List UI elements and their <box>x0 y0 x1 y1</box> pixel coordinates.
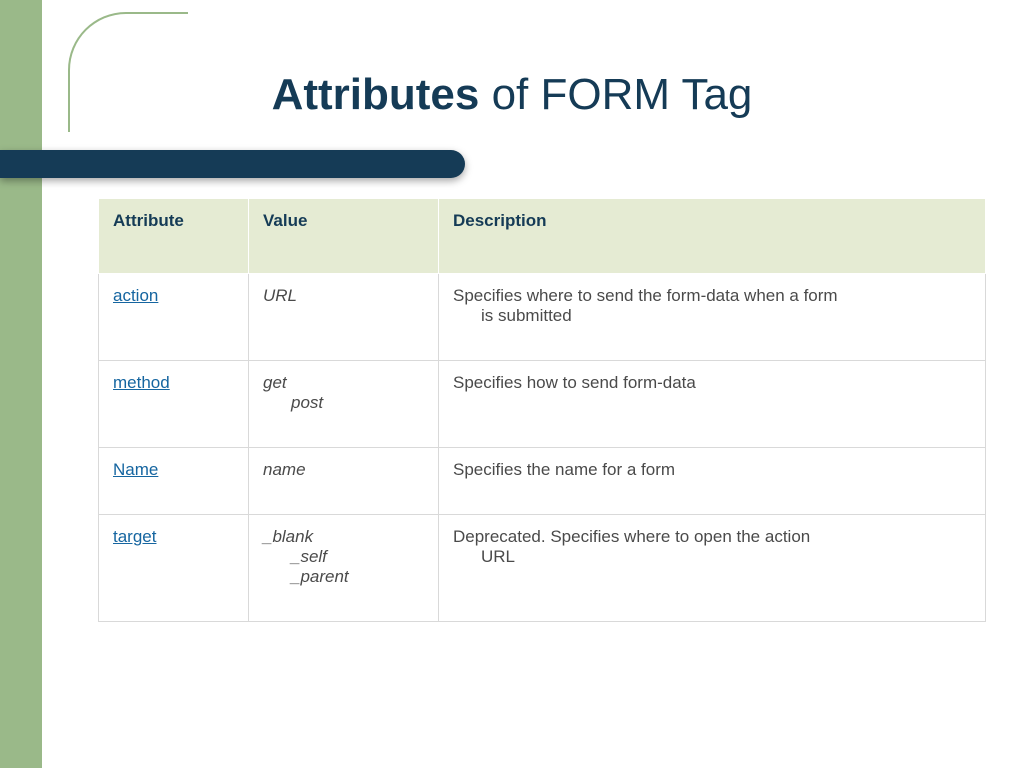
description-line: Deprecated. Specifies where to open the … <box>453 527 971 547</box>
cell-attribute: method <box>99 361 249 448</box>
slide-title: Attributes of FORM Tag <box>0 70 1024 120</box>
table-body: action URL Specifies where to send the for… <box>99 274 986 622</box>
table-row: Name name Specifies the name for a form <box>99 448 986 515</box>
title-underline-bar <box>0 150 465 178</box>
table-row: target _blank_self_parent Deprecated. Spec… <box>99 515 986 622</box>
cell-attribute: action <box>99 274 249 361</box>
header-description: Description <box>439 199 986 274</box>
attribute-link[interactable]: action <box>113 286 158 305</box>
value-item: get <box>263 373 424 393</box>
cell-attribute: target <box>99 515 249 622</box>
cell-description: Deprecated. Specifies where to open the … <box>439 515 986 622</box>
description-line: Specifies how to send form-data <box>453 373 971 393</box>
attribute-link[interactable]: target <box>113 527 156 546</box>
table-header-row: Attribute Value Description <box>99 199 986 274</box>
header-value: Value <box>249 199 439 274</box>
cell-value: getpost <box>249 361 439 448</box>
slide-title-rest: of FORM Tag <box>479 70 752 119</box>
value-item: post <box>263 393 424 413</box>
cell-value: _blank_self_parent <box>249 515 439 622</box>
cell-description: Specifies how to send form-data <box>439 361 986 448</box>
value-item: _parent <box>263 567 424 587</box>
description-line: URL <box>453 547 971 567</box>
table-row: action URL Specifies where to send the for… <box>99 274 986 361</box>
attribute-link[interactable]: method <box>113 373 170 392</box>
cell-value: name <box>249 448 439 515</box>
cell-description: Specifies the name for a form <box>439 448 986 515</box>
table-row: method getpost Specifies how to send form-… <box>99 361 986 448</box>
slide-title-bold: Attributes <box>272 70 480 119</box>
description-line: Specifies the name for a form <box>453 460 971 480</box>
description-line: is submitted <box>453 306 971 326</box>
attribute-link[interactable]: Name <box>113 460 158 479</box>
value-item: URL <box>263 286 424 306</box>
value-item: name <box>263 460 424 480</box>
header-attribute: Attribute <box>99 199 249 274</box>
attributes-table: Attribute Value Description action URL Spe… <box>98 198 986 622</box>
value-item: _self <box>263 547 424 567</box>
value-item: _blank <box>263 527 424 547</box>
cell-value: URL <box>249 274 439 361</box>
cell-attribute: Name <box>99 448 249 515</box>
cell-description: Specifies where to send the form-data wh… <box>439 274 986 361</box>
description-line: Specifies where to send the form-data wh… <box>453 286 971 306</box>
